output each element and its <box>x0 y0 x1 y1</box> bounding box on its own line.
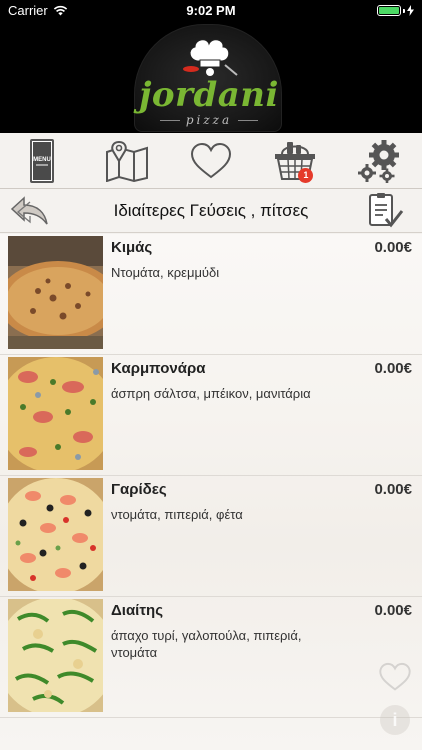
back-arrow-icon[interactable] <box>10 195 50 227</box>
product-name: Γαρίδες <box>111 481 167 498</box>
product-description: ντομάτα, πιπεριά, φέτα <box>111 507 243 522</box>
product-price: 0.00€ <box>374 239 412 256</box>
product-row[interactable]: Γαρίδες 0.00€ ντομάτα, πιπεριά, φέτα <box>0 476 422 597</box>
product-image <box>8 236 103 349</box>
product-name: Διαίτης <box>111 602 163 619</box>
floating-heart-icon[interactable] <box>378 662 412 692</box>
product-image <box>8 357 103 470</box>
charging-bolt-icon <box>407 5 414 16</box>
app-header: jordani pizza <box>0 22 422 133</box>
map-button[interactable] <box>97 134 157 188</box>
menu-icon: MENU <box>30 138 55 183</box>
category-title-bar: Ιδιαίτερες Γεύσεις , πίτσες <box>0 189 422 233</box>
product-row[interactable]: Κιμάς 0.00€ Ντομάτα, κρεμμύδι <box>0 234 422 355</box>
cart-button[interactable]: 1 <box>265 134 325 188</box>
svg-text:MENU: MENU <box>33 157 51 163</box>
status-bar: Carrier 9:02 PM <box>0 0 422 22</box>
clock: 9:02 PM <box>186 3 236 18</box>
product-price: 0.00€ <box>374 360 412 377</box>
product-description: άπαχο τυρί, γαλοπούλα, πιπεριά, ντομάτα <box>111 628 302 660</box>
product-image <box>8 478 103 591</box>
product-description: άσπρη σάλτσα, μπέικον, μανιτάρια <box>111 386 311 401</box>
heart-icon <box>190 142 231 178</box>
product-image <box>8 599 103 712</box>
jordani-logo: jordani pizza <box>134 24 282 132</box>
battery-icon <box>377 5 401 16</box>
settings-button[interactable] <box>350 134 410 188</box>
page-title: Ιδιαίτερες Γεύσεις , πίτσες <box>113 201 309 220</box>
favorites-button[interactable] <box>181 134 241 188</box>
product-row[interactable]: Διαίτης 0.00€ άπαχο τυρί, γαλοπούλα, πιπ… <box>0 597 422 718</box>
logo-subtitle: pizza <box>135 113 283 127</box>
map-icon <box>105 140 148 182</box>
product-price: 0.00€ <box>374 481 412 498</box>
product-description: Ντομάτα, κρεμμύδι <box>111 265 220 280</box>
checklist-icon[interactable] <box>366 193 404 229</box>
product-row[interactable]: Καρμπονάρα 0.00€ άσπρη σάλτσα, μπέικον, … <box>0 355 422 476</box>
settings-icon <box>357 139 399 183</box>
main-toolbar: MENU 1 <box>0 133 422 189</box>
battery-indicator <box>377 5 414 16</box>
logo-wordmark: jordani <box>139 75 279 115</box>
chef-hat-logo-icon <box>183 39 238 76</box>
floating-info-button[interactable]: i <box>380 705 410 735</box>
menu-button[interactable]: MENU <box>12 134 72 188</box>
cart-count-badge: 1 <box>298 167 314 183</box>
product-price: 0.00€ <box>374 602 412 619</box>
product-name: Κιμάς <box>111 239 153 256</box>
product-name: Καρμπονάρα <box>111 360 206 377</box>
product-list: Κιμάς 0.00€ Ντομάτα, κρεμμύδι Καρμπονάρα… <box>0 234 422 750</box>
